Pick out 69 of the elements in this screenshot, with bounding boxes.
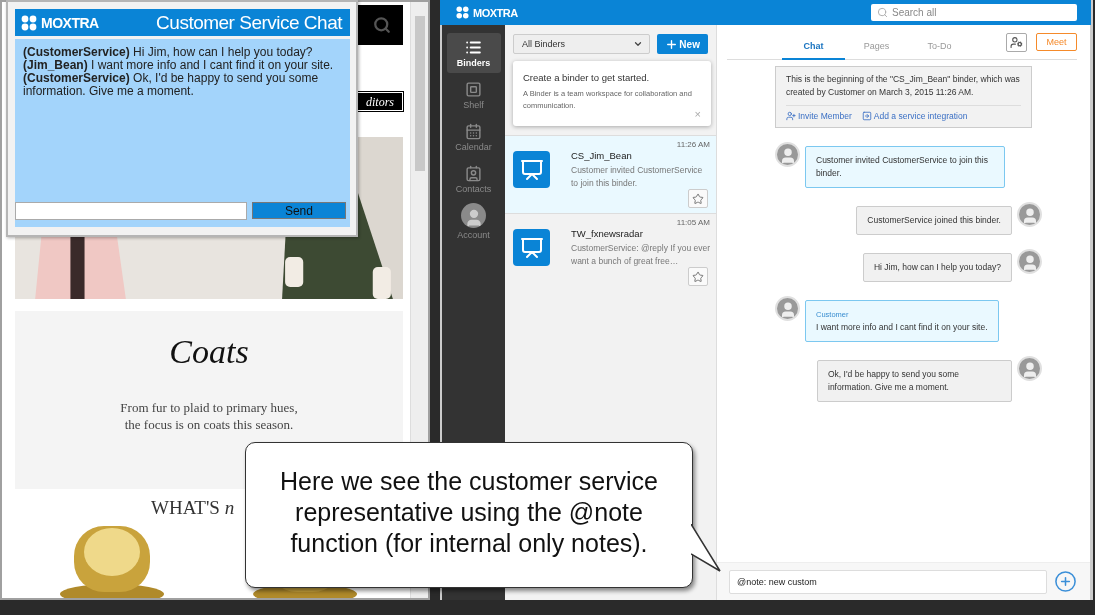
nav-item[interactable]: Calendar <box>446 117 501 157</box>
avatar-icon <box>775 296 800 321</box>
binder-time: 11:26 AM <box>676 140 710 149</box>
chat-message: (CustomerService) Ok, I'd be happy to send you some information. Give me a moment. <box>23 72 320 98</box>
presentation-icon <box>513 229 550 266</box>
avatar-icon <box>461 202 486 228</box>
star-icon <box>692 192 704 205</box>
add-button[interactable] <box>1054 570 1077 593</box>
search-icon[interactable] <box>373 15 391 34</box>
avatar-icon <box>775 142 800 167</box>
message-text: CustomerService joined this binder. <box>867 214 1001 227</box>
plus-circle-icon <box>1054 570 1077 593</box>
send-button[interactable]: Send <box>251 202 346 219</box>
action-link[interactable]: Add a service integration <box>861 111 968 121</box>
star-button[interactable] <box>688 267 708 286</box>
tab[interactable]: Pages <box>845 33 908 60</box>
nav-item[interactable]: Shelf <box>446 75 501 115</box>
plus-icon <box>665 37 679 51</box>
search-icon <box>877 7 888 18</box>
binder-name: CS_Jim_Bean <box>571 150 633 161</box>
logo-icon <box>456 6 469 19</box>
editors-tag[interactable]: ditors <box>357 91 403 111</box>
search-field[interactable]: Search all <box>871 4 1077 21</box>
chat-input[interactable] <box>15 202 247 220</box>
tip-title: Create a binder to get started. <box>523 72 651 83</box>
calendar-icon <box>465 122 482 140</box>
binder-filter-dropdown[interactable]: All Binders <box>513 34 651 54</box>
binder-time: 11:05 AM <box>676 218 710 227</box>
avatar-icon <box>1017 202 1042 227</box>
message-input[interactable]: @note: new custom <box>729 569 1047 594</box>
message-text: Hi Jim, how can I help you today? <box>873 261 1001 274</box>
callout-text: Here we see the customer service representative using the @note function (for internal only notes). <box>279 465 659 559</box>
presentation-icon <box>513 151 550 188</box>
avatar-icon <box>1017 356 1042 381</box>
new-button[interactable]: New <box>657 34 708 54</box>
binder-name: TW_fxnewsradar <box>571 228 644 239</box>
nav-item[interactable]: Binders <box>446 33 501 73</box>
meet-button[interactable]: Meet <box>1036 33 1077 51</box>
close-button[interactable]: × <box>694 108 701 120</box>
nav-item[interactable]: Account <box>446 201 501 241</box>
tab[interactable]: Chat <box>782 33 845 60</box>
logo-text: MOXTRA <box>41 14 99 31</box>
contact-card-icon <box>465 164 482 182</box>
binder-item[interactable]: 11:26 AM CS_Jim_Bean Customer invited CustomerService to join this binder. <box>505 135 716 213</box>
square-icon <box>465 80 482 98</box>
feature-title: Coats <box>169 332 249 371</box>
feature-text: From fur to plaid to primary hues, the focus is on coats this season. <box>120 398 298 433</box>
intro-text: This is the beginning of the "CS_Jim_Bean" binder, which was created by Customer on March 3, 2015 11:26 AM. <box>786 73 1021 106</box>
add-user-icon <box>786 111 796 121</box>
logo-icon <box>21 14 37 31</box>
message-text: I want more info and I cant find it on your site. <box>816 321 988 334</box>
tab[interactable]: To-Do <box>908 33 971 60</box>
member-settings-button[interactable] <box>1006 33 1027 52</box>
message-text: Ok, I'd be happy to send you some information. Give me a moment. <box>828 368 961 394</box>
binder-preview: CustomerService: @reply If you ever want a bunch of great free… <box>571 242 710 268</box>
star-button[interactable] <box>688 189 708 208</box>
user-gear-icon <box>1010 36 1023 49</box>
action-link[interactable]: Invite Member <box>786 111 852 121</box>
star-icon <box>692 270 704 283</box>
section-heading: WHAT'S n <box>151 497 235 520</box>
avatar-icon <box>1017 249 1042 274</box>
binder-preview: Customer invited CustomerService to join this binder. <box>571 164 704 190</box>
chat-message: (Jim_Bean) I want more info and I cant find it on your site. <box>23 59 335 72</box>
nav-item[interactable]: Contacts <box>446 159 501 199</box>
widget-title: Customer Service Chat <box>156 11 342 34</box>
message-text: Customer invited CustomerService to join this binder. <box>816 154 989 180</box>
caret-icon <box>633 39 644 49</box>
logo-text: MOXTRA <box>473 6 518 19</box>
chat-message: (CustomerService) Hi Jim, how can I help you today? <box>23 46 314 59</box>
